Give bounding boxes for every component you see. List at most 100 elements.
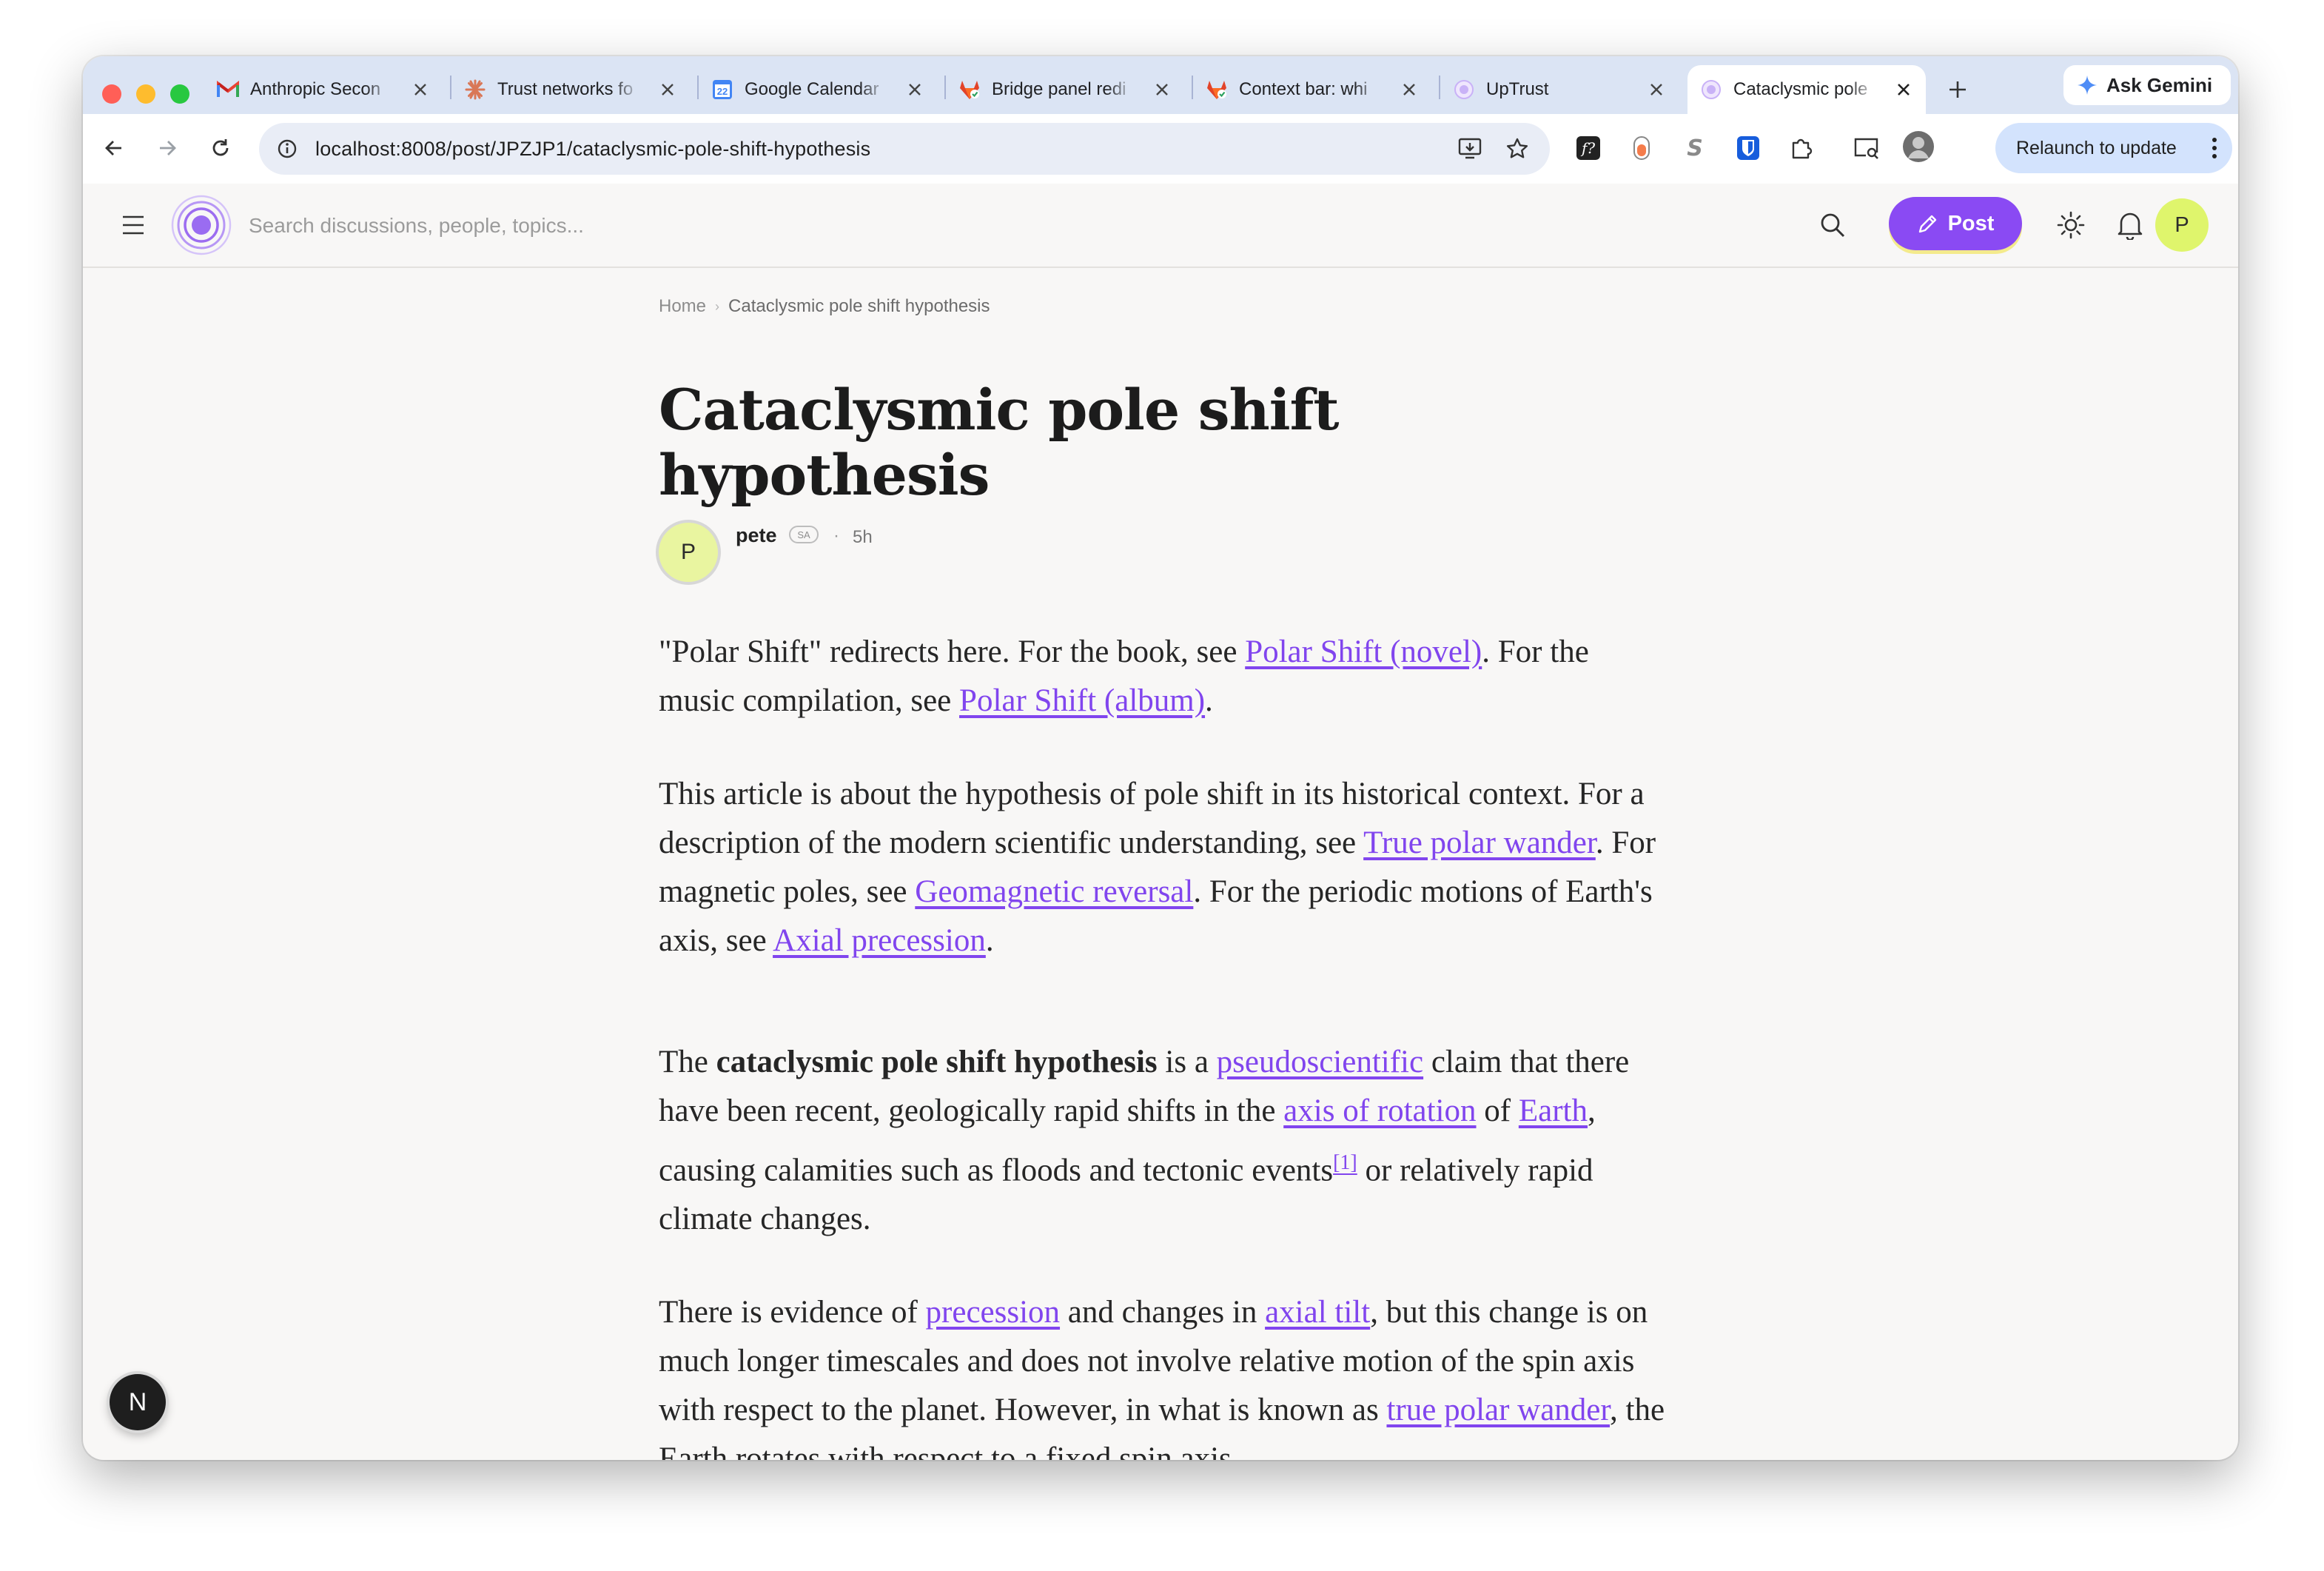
- svg-text:f?: f?: [1580, 139, 1595, 157]
- breadcrumb: Home › Cataclysmic pole shift hypothesis: [659, 296, 1665, 317]
- author-name[interactable]: pete: [736, 524, 777, 547]
- gitlab-icon: [958, 78, 981, 101]
- url-text: localhost:8008/post/JPZJP1/cataclysmic-p…: [315, 138, 871, 160]
- reload-button[interactable]: [203, 130, 238, 166]
- reload-icon: [212, 139, 229, 156]
- link-axis-of-rotation[interactable]: axis of rotation: [1283, 1093, 1476, 1128]
- bookmark-star-icon[interactable]: [1505, 137, 1529, 161]
- tab-trust-networks[interactable]: Trust networks fo: [451, 65, 690, 114]
- extension-s-icon[interactable]: S: [1679, 132, 1711, 164]
- uptrust-icon: [1452, 78, 1476, 101]
- gmail-icon: [216, 78, 240, 101]
- notifications-bell-icon[interactable]: [2117, 210, 2143, 240]
- svg-text:22: 22: [717, 86, 728, 97]
- plus-icon: [1949, 81, 1966, 98]
- tab-title: UpTrust: [1486, 79, 1549, 99]
- post-body: "Polar Shift" redirects here. For the bo…: [659, 628, 1665, 1460]
- link-precession[interactable]: precession: [926, 1295, 1061, 1330]
- close-tab-icon[interactable]: [1645, 78, 1668, 101]
- profile-avatar[interactable]: [1902, 130, 1935, 163]
- gitlab-icon: [1205, 78, 1229, 101]
- user-avatar[interactable]: P: [2155, 198, 2209, 252]
- close-tab-icon[interactable]: [1892, 78, 1915, 101]
- site-info-icon[interactable]: [277, 138, 298, 159]
- breadcrumb-current: Cataclysmic pole shift hypothesis: [728, 296, 990, 316]
- extension-bitwarden-icon[interactable]: [1732, 132, 1764, 164]
- meta-separator: ·: [833, 526, 839, 546]
- google-calendar-icon: 22: [711, 78, 734, 101]
- link-axial-tilt[interactable]: axial tilt: [1265, 1295, 1370, 1330]
- new-post-button[interactable]: Post: [1889, 197, 2022, 250]
- tab-title: Bridge panel redi: [992, 79, 1126, 99]
- forward-button[interactable]: [150, 130, 185, 166]
- back-button[interactable]: [96, 130, 132, 166]
- tab-search-icon[interactable]: [1850, 132, 1883, 164]
- close-tab-icon[interactable]: [656, 78, 679, 101]
- browser-window: Anthropic Secon Trust networks fo 22 Goo…: [83, 56, 2238, 1460]
- link-geomagnetic-reversal[interactable]: Geomagnetic reversal: [915, 874, 1193, 909]
- breadcrumb-separator: ›: [715, 298, 720, 314]
- close-tab-icon[interactable]: [409, 78, 432, 101]
- close-tab-icon[interactable]: [1397, 78, 1421, 101]
- paragraph: "Polar Shift" redirects here. For the bo…: [659, 634, 1589, 718]
- tab-cataclysmic-pole[interactable]: Cataclysmic pole: [1687, 65, 1926, 114]
- paragraph: The cataclysmic pole shift hypothesis is…: [659, 1045, 1630, 1237]
- extension-formula-icon[interactable]: f?: [1572, 132, 1605, 164]
- claude-icon: [463, 78, 487, 101]
- paragraph: This article is about the hypothesis of …: [659, 777, 1656, 958]
- tab-title: Google Calendar: [745, 79, 879, 99]
- close-tab-icon[interactable]: [1150, 78, 1174, 101]
- minimize-window-button[interactable]: [136, 84, 155, 104]
- install-app-icon[interactable]: [1458, 138, 1482, 160]
- arrow-left-icon: [105, 141, 121, 155]
- maximize-window-button[interactable]: [170, 84, 189, 104]
- tab-gmail[interactable]: Anthropic Secon: [204, 65, 443, 114]
- tab-title: Context bar: whi: [1239, 79, 1368, 99]
- tab-title: Cataclysmic pole: [1733, 79, 1868, 99]
- browser-toolbar: localhost:8008/post/JPZJP1/cataclysmic-p…: [83, 114, 2238, 184]
- uptrust-logo[interactable]: [170, 194, 232, 256]
- author-badge: SA: [789, 526, 819, 543]
- tab-title: Trust networks fo: [497, 79, 634, 99]
- tab-title: Anthropic Secon: [250, 79, 381, 99]
- tab-bridge-panel[interactable]: Bridge panel redi: [946, 65, 1184, 114]
- link-axial-precession[interactable]: Axial precession: [773, 923, 986, 958]
- tab-google-calendar[interactable]: 22 Google Calendar: [699, 65, 937, 114]
- pencil-icon: [1918, 215, 1936, 233]
- main-content: Home › Cataclysmic pole shift hypothesis…: [83, 268, 2238, 1460]
- search-input[interactable]: [247, 206, 916, 246]
- extensions-puzzle-icon[interactable]: [1785, 132, 1818, 164]
- author-avatar[interactable]: P: [659, 523, 718, 582]
- relaunch-button[interactable]: Relaunch to update: [1995, 123, 2232, 173]
- menu-dots-icon[interactable]: [2212, 136, 2217, 160]
- hamburger-menu-icon[interactable]: [121, 215, 145, 235]
- extension-capsule-icon[interactable]: [1625, 132, 1658, 164]
- nextjs-dev-badge[interactable]: N: [110, 1374, 166, 1430]
- address-bar[interactable]: localhost:8008/post/JPZJP1/cataclysmic-p…: [259, 123, 1550, 175]
- theme-toggle-sun-icon[interactable]: [2056, 210, 2086, 240]
- uptrust-icon: [1699, 78, 1723, 101]
- paragraph: There is evidence of precession and chan…: [659, 1295, 1665, 1460]
- close-tab-icon[interactable]: [903, 78, 927, 101]
- post-meta: P pete SA · 5h: [659, 523, 1665, 582]
- tab-strip: Anthropic Secon Trust networks fo 22 Goo…: [83, 56, 2238, 114]
- tab-uptrust[interactable]: UpTrust: [1440, 65, 1679, 114]
- gemini-icon: [2078, 76, 2097, 95]
- article: Home › Cataclysmic pole shift hypothesis…: [659, 268, 1665, 1460]
- link-true-polar-wander[interactable]: True polar wander: [1363, 825, 1596, 860]
- reference-link-1[interactable]: [1]: [1333, 1151, 1357, 1174]
- svg-text:S: S: [1687, 135, 1703, 161]
- link-pseudoscientific[interactable]: pseudoscientific: [1217, 1045, 1423, 1079]
- close-window-button[interactable]: [102, 84, 121, 104]
- ask-gemini-button[interactable]: Ask Gemini: [2063, 65, 2231, 105]
- link-true-polar-wander-2[interactable]: true polar wander: [1386, 1393, 1610, 1427]
- tab-context-bar[interactable]: Context bar: whi: [1193, 65, 1431, 114]
- link-earth[interactable]: Earth: [1519, 1093, 1588, 1128]
- post-time: 5h: [853, 527, 873, 547]
- link-polar-shift-album[interactable]: Polar Shift (album): [959, 683, 1205, 718]
- post-title: Cataclysmic pole shift hypothesis: [659, 377, 1339, 508]
- search-icon[interactable]: [1819, 212, 1846, 238]
- new-tab-button[interactable]: [1939, 71, 1976, 108]
- link-polar-shift-novel[interactable]: Polar Shift (novel): [1245, 634, 1482, 669]
- breadcrumb-home-link[interactable]: Home: [659, 296, 706, 317]
